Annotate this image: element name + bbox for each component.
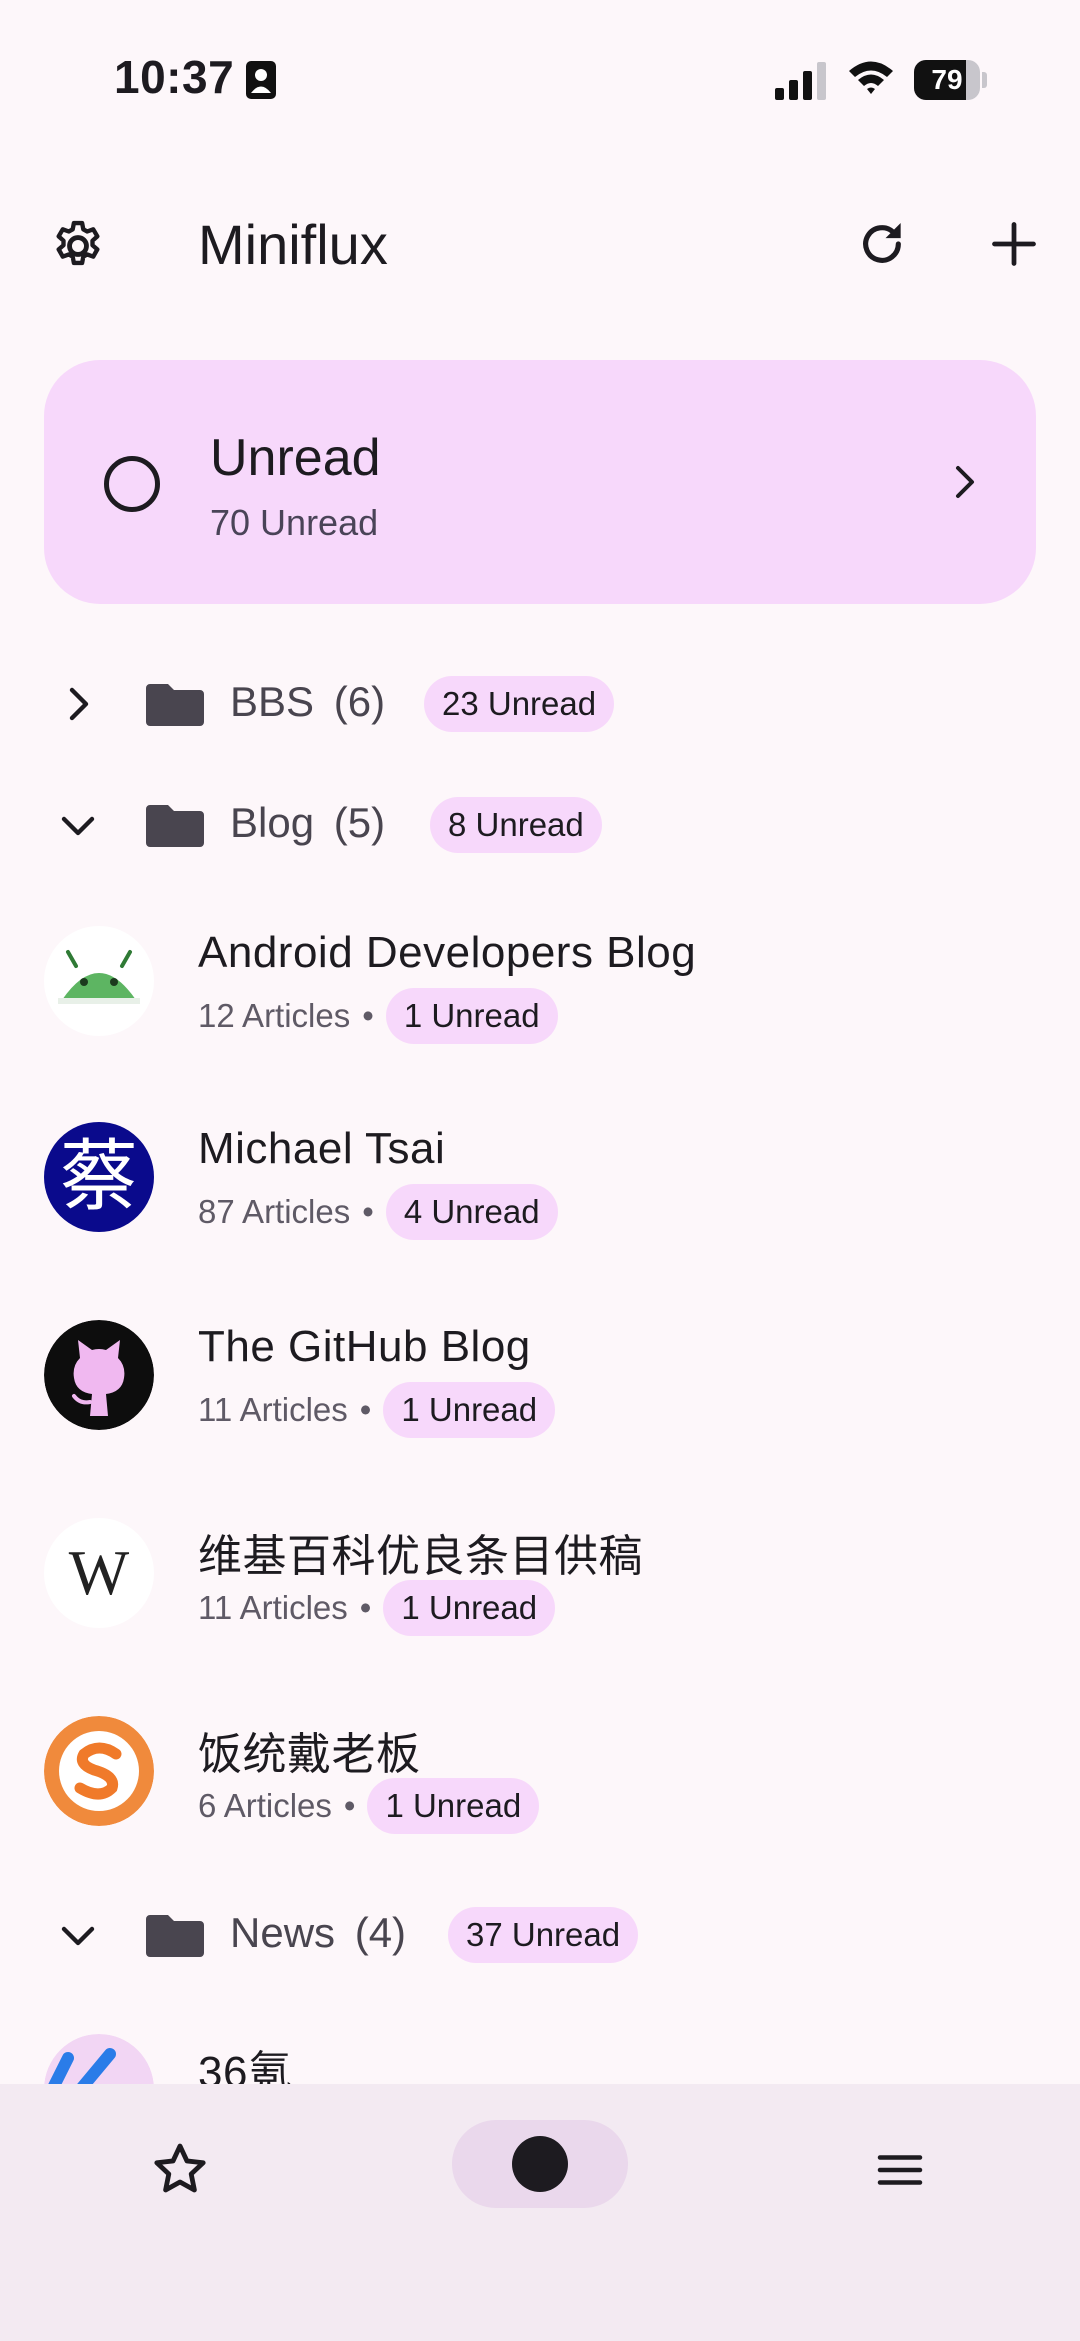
app-title: Miniflux — [198, 213, 388, 276]
cellular-signal-icon — [775, 62, 826, 100]
category-name: News — [230, 1909, 336, 1956]
sogou-icon — [44, 1716, 154, 1826]
unread-badge: 1 Unread — [385, 988, 558, 1044]
github-octocat-icon — [44, 1320, 154, 1430]
folder-icon — [146, 684, 204, 726]
article-count: 87 Articles — [198, 1193, 351, 1230]
wikipedia-letter: W — [68, 1537, 130, 1608]
feed-row-android-developers-blog[interactable]: Android Developers Blog 12 Articles • 1 … — [0, 926, 1080, 1126]
unread-badge: 37 Unread — [448, 1907, 639, 1963]
refresh-icon — [863, 223, 901, 263]
add-feed-button[interactable] — [978, 208, 1050, 280]
unread-badge: 1 Unread — [383, 1382, 556, 1438]
category-label: BBS (6) — [230, 678, 385, 726]
feed-meta: 11 Articles • 1 Unread — [198, 1382, 556, 1438]
folder-icon — [146, 1915, 204, 1957]
unread-card-count: 70 Unread — [210, 502, 379, 543]
feed-title: The GitHub Blog — [198, 1322, 531, 1371]
category-feed-count: (4) — [354, 1909, 407, 1956]
category-row-bbs[interactable]: BBS (6) 23 Unread — [0, 664, 1080, 744]
status-bar: 10:37 79 — [0, 0, 1080, 160]
category-row-blog[interactable]: Blog (5) 8 Unread — [0, 785, 1080, 865]
separator-dot: • — [343, 1787, 356, 1824]
unread-badge: 1 Unread — [383, 1580, 556, 1636]
chevron-right-icon[interactable] — [54, 680, 102, 728]
chevron-down-icon[interactable] — [54, 801, 102, 849]
chevron-down-icon[interactable] — [54, 1911, 102, 1959]
chevron-right-icon — [956, 466, 974, 498]
separator-dot: • — [359, 1589, 372, 1626]
category-feed-count: (5) — [333, 799, 386, 846]
feed-title: Michael Tsai — [198, 1124, 446, 1173]
feed-row-michael-tsai[interactable]: 蔡 Michael Tsai 87 Articles • 4 Unread — [0, 1122, 1080, 1322]
menu-icon[interactable] — [870, 2140, 930, 2200]
separator-dot: • — [362, 1193, 374, 1230]
feed-meta: 87 Articles • 4 Unread — [198, 1184, 558, 1240]
star-icon[interactable] — [148, 2138, 212, 2202]
unread-card-title: Unread — [210, 429, 381, 487]
battery-icon: 79 — [914, 60, 987, 100]
article-count: 11 Articles — [198, 1391, 348, 1428]
category-name: Blog — [230, 799, 315, 846]
unread-badge: 8 Unread — [430, 797, 602, 853]
unread-nav-button[interactable] — [452, 2120, 628, 2208]
article-count: 6 Articles — [198, 1787, 332, 1824]
separator-dot: • — [362, 997, 374, 1034]
feed-meta: 11 Articles • 1 Unread — [198, 1580, 556, 1636]
unread-badge: 4 Unread — [385, 1184, 558, 1240]
feed-meta: 12 Articles • 1 Unread — [198, 988, 558, 1044]
category-label: News (4) — [230, 1909, 406, 1957]
feed-title: Android Developers Blog — [198, 928, 697, 977]
feed-row-wikipedia-featured[interactable]: W 维基百科优良条目供稿 11 Articles • 1 Unread — [0, 1518, 1080, 1718]
article-count: 11 Articles — [198, 1589, 348, 1626]
unread-card[interactable]: Unread 70 Unread — [44, 360, 1036, 604]
unread-badge: 1 Unread — [367, 1778, 540, 1834]
folder-icon — [146, 805, 204, 847]
status-time: 10:37 — [114, 51, 235, 103]
wikipedia-icon: W — [44, 1518, 154, 1628]
android-icon — [44, 926, 154, 1036]
bottom-navigation-bar — [0, 2084, 1080, 2341]
unread-circle-icon — [104, 456, 160, 512]
feed-row-fantong-dai-laoban[interactable]: 饭统戴老板 6 Articles • 1 Unread — [0, 1716, 1080, 1916]
app-screen: 10:37 79 Miniflux Unread 70 Unread BBS (… — [0, 0, 1080, 2341]
category-feed-count: (6) — [333, 678, 386, 725]
battery-percent: 79 — [931, 64, 963, 95]
settings-button[interactable] — [42, 210, 114, 282]
article-count: 12 Articles — [198, 997, 351, 1034]
feed-row-github-blog[interactable]: The GitHub Blog 11 Articles • 1 Unread — [0, 1320, 1080, 1520]
plus-icon — [992, 222, 1036, 266]
feed-title: 维基百科优良条目供稿 — [198, 1532, 643, 1581]
cai-character: 蔡 — [59, 1132, 138, 1222]
refresh-button[interactable] — [846, 208, 918, 280]
contact-card-icon — [246, 61, 276, 99]
gear-icon — [56, 220, 100, 266]
filled-circle-icon — [512, 2136, 568, 2192]
feed-title: 饭统戴老板 — [198, 1730, 421, 1779]
wifi-icon — [849, 61, 893, 94]
category-row-news[interactable]: News (4) 37 Unread — [0, 1895, 1080, 1975]
category-name: BBS — [230, 678, 315, 725]
feed-meta: 6 Articles • 1 Unread — [198, 1778, 540, 1834]
top-app-bar: Miniflux — [0, 190, 1080, 290]
unread-badge: 23 Unread — [424, 676, 615, 732]
cai-character-icon: 蔡 — [44, 1122, 154, 1232]
separator-dot: • — [359, 1391, 372, 1428]
category-label: Blog (5) — [230, 799, 385, 847]
